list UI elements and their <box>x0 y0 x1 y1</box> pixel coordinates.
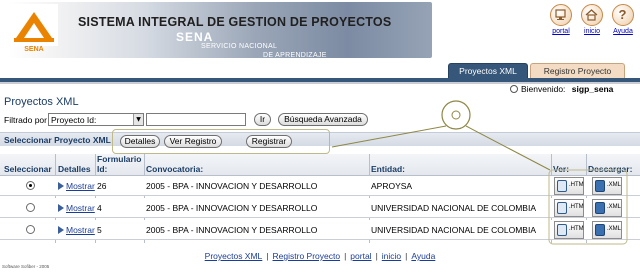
annotation-line <box>465 125 551 171</box>
footer-separator: | <box>405 251 408 261</box>
footer-link-portal[interactable]: portal <box>350 251 371 261</box>
footer-link-ayuda[interactable]: Ayuda <box>411 251 435 261</box>
footer-links: Proyectos XML | Registro Proyecto | portal | i… <box>0 251 640 261</box>
footer-link-inicio[interactable]: inicio <box>382 251 401 261</box>
footer-link-registro-proyecto[interactable]: Registro Proyecto <box>273 251 341 261</box>
annotation-dot <box>451 110 461 120</box>
annotation-overlay <box>331 100 628 245</box>
annotation-line <box>331 125 447 148</box>
footer-link-proyectos-xml[interactable]: Proyectos XML <box>205 251 263 261</box>
footer-separator: | <box>266 251 269 261</box>
annotation-box <box>548 169 628 245</box>
annotation-circle <box>441 100 471 130</box>
footer-separator: | <box>344 251 347 261</box>
footer-separator: | <box>375 251 378 261</box>
copyright: Software Sofiber - 2005 <box>2 264 50 269</box>
